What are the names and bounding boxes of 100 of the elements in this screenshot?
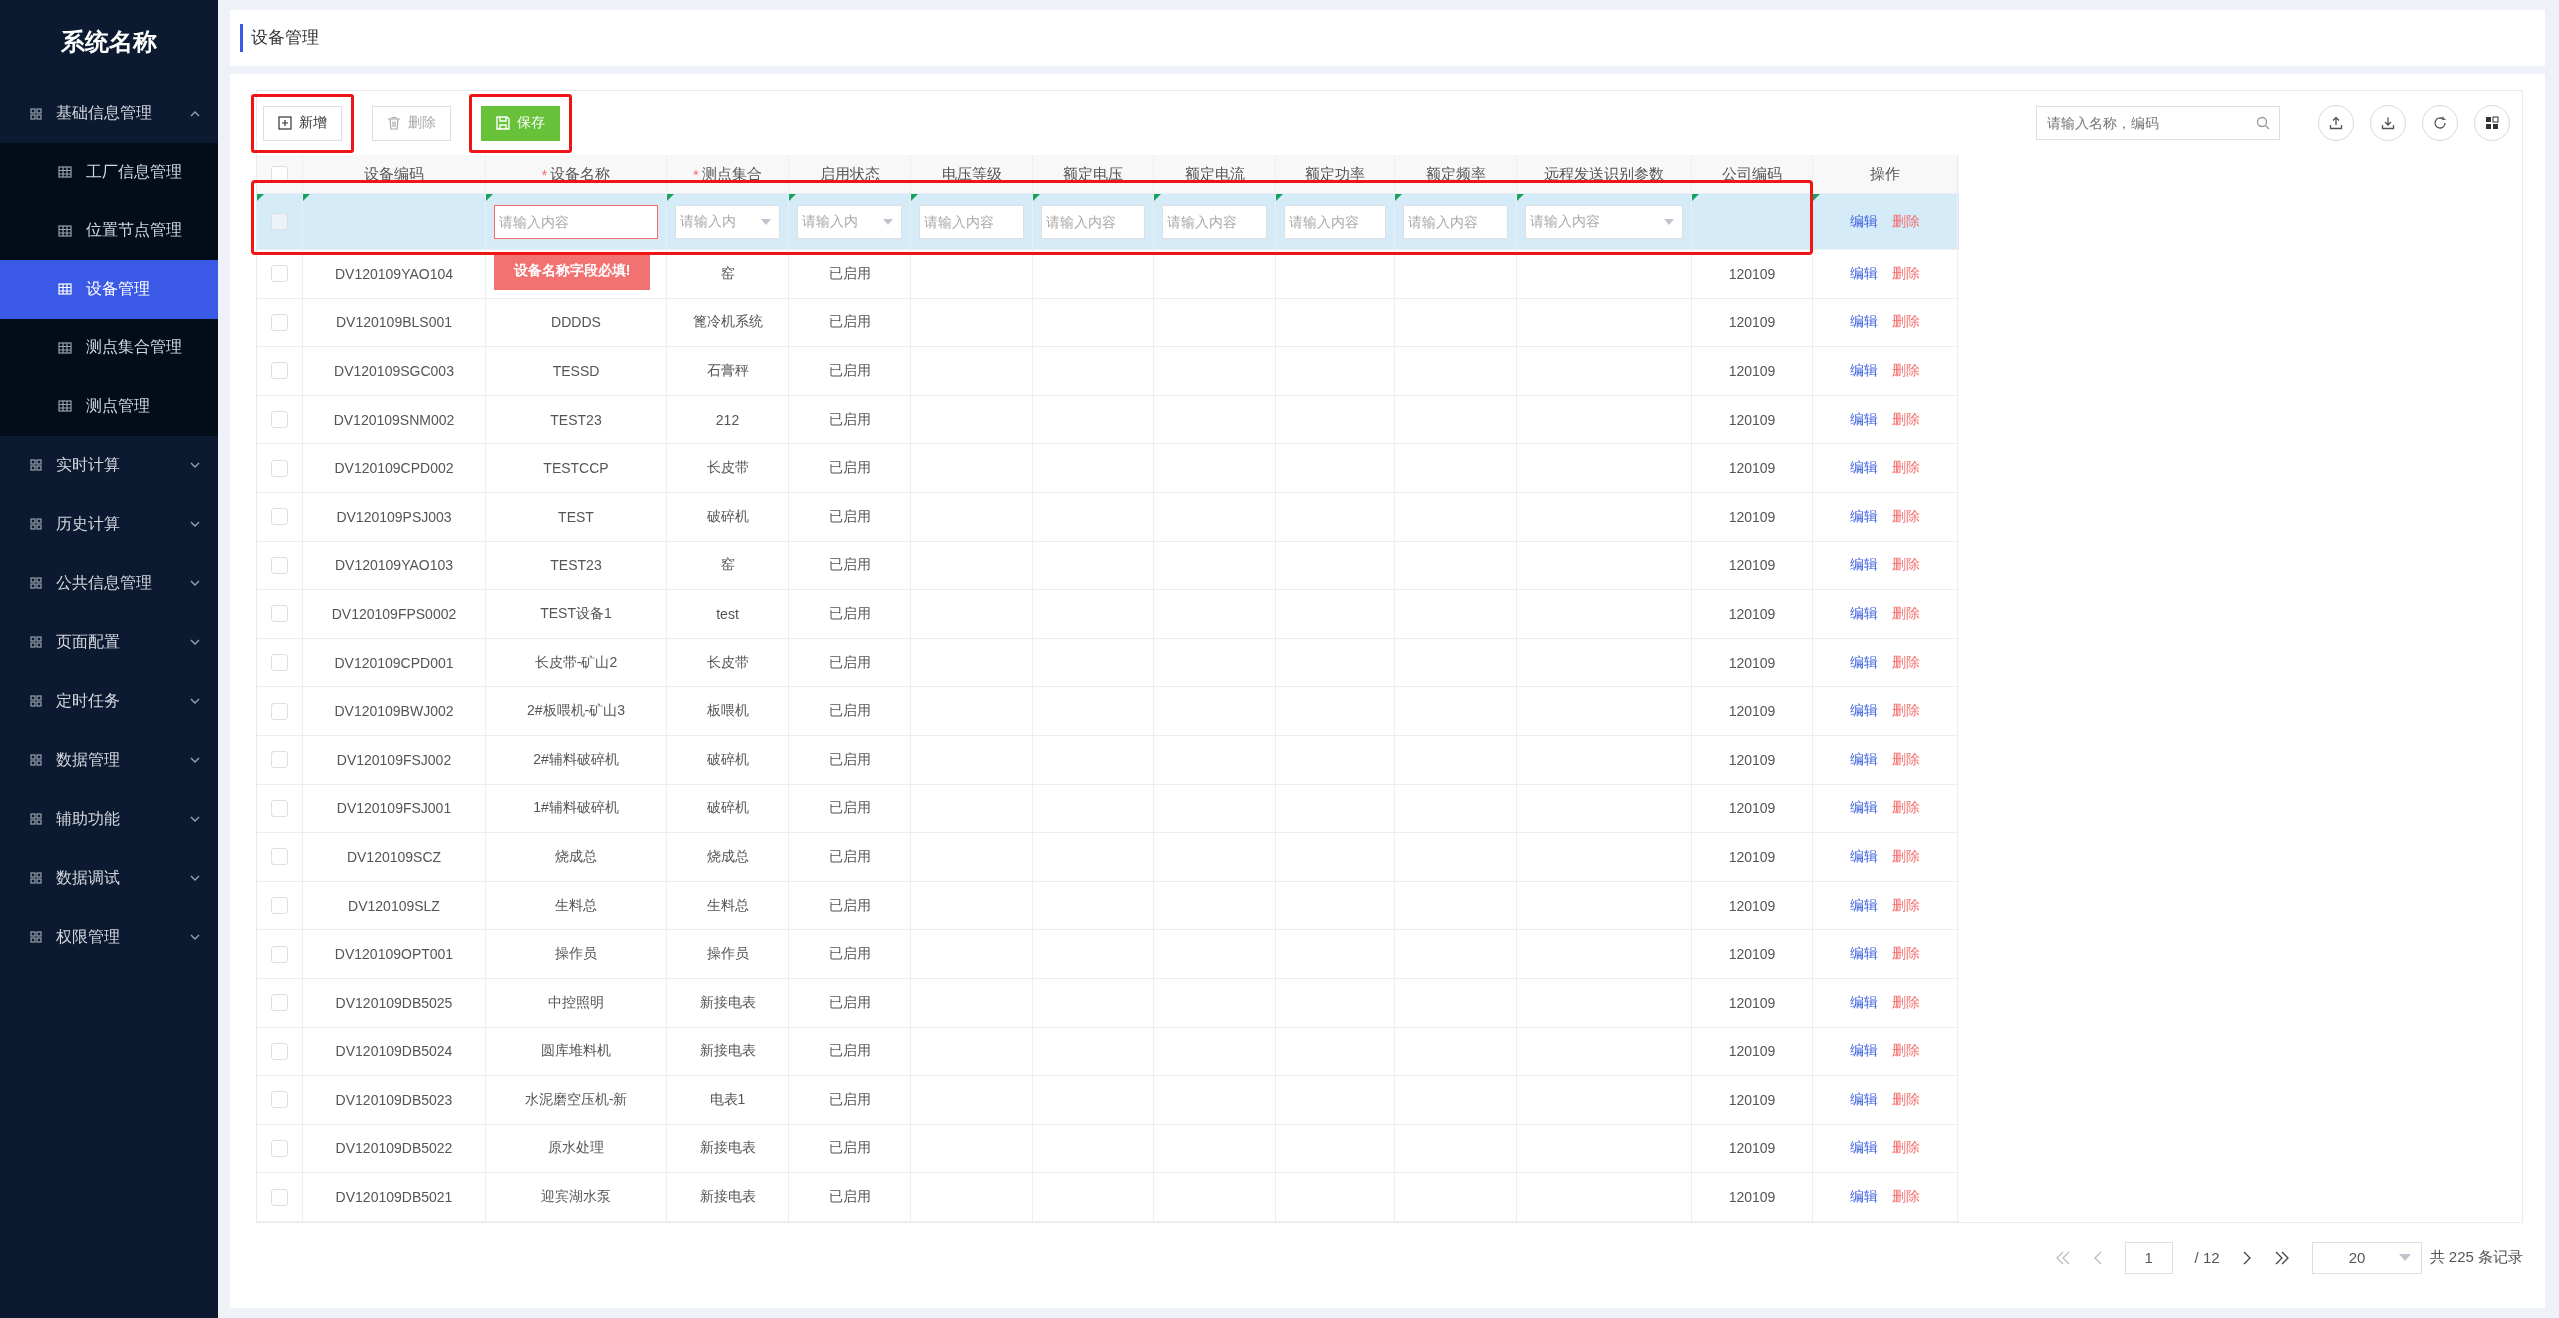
submenu-item[interactable]: 位置节点管理 — [0, 201, 218, 260]
page-input[interactable]: 1 — [2124, 1241, 2173, 1274]
next-page-icon[interactable] — [2241, 1250, 2252, 1265]
checkbox[interactable] — [271, 313, 288, 331]
checkbox[interactable] — [271, 751, 288, 769]
delete-link[interactable]: 删除 — [1892, 1042, 1920, 1061]
edit-link[interactable]: 编辑 — [1850, 604, 1878, 623]
checkbox[interactable] — [271, 945, 288, 963]
checkbox[interactable] — [271, 1091, 288, 1109]
delete-link[interactable]: 删除 — [1892, 993, 1920, 1012]
upload-button[interactable] — [2318, 105, 2354, 141]
checkbox[interactable] — [271, 1042, 288, 1060]
delete-link[interactable]: 删除 — [1892, 799, 1920, 818]
edit-link[interactable]: 编辑 — [1850, 993, 1878, 1012]
plus-icon — [278, 116, 292, 130]
table-icon — [58, 166, 72, 179]
menu-item[interactable]: 定时任务 — [0, 671, 218, 731]
delete-link[interactable]: 删除 — [1892, 1139, 1920, 1158]
delete-link[interactable]: 删除 — [1892, 1188, 1920, 1207]
table-cell: 已启用 — [789, 687, 911, 735]
checkbox[interactable] — [271, 1140, 288, 1157]
text-input[interactable]: 请输入内容 — [494, 204, 658, 239]
delete-link[interactable]: 删除 — [1892, 1090, 1920, 1109]
edit-link[interactable]: 编辑 — [1850, 750, 1878, 769]
table-cell: 212 — [667, 395, 789, 444]
edit-link[interactable]: 编辑 — [1850, 1042, 1878, 1061]
grid-button[interactable] — [2474, 105, 2510, 141]
delete-link[interactable]: 删除 — [1892, 264, 1920, 283]
delete-link[interactable]: 删除 — [1892, 459, 1920, 478]
grid-icon — [30, 636, 42, 648]
delete-link[interactable]: 删除 — [1892, 362, 1920, 380]
edit-link[interactable]: 编辑 — [1850, 264, 1878, 283]
menu-item[interactable]: 页面配置 — [0, 612, 218, 672]
grid-icon — [30, 813, 42, 825]
delete-link[interactable]: 删除 — [1892, 507, 1920, 526]
submenu-item[interactable]: 测点集合管理 — [0, 318, 218, 377]
edit-link[interactable]: 编辑 — [1850, 1090, 1878, 1109]
delete-link[interactable]: 删除 — [1892, 556, 1920, 575]
refresh-button[interactable] — [2422, 105, 2458, 141]
edit-link[interactable]: 编辑 — [1850, 212, 1878, 231]
edit-link[interactable]: 编辑 — [1850, 847, 1878, 866]
download-button[interactable] — [2370, 105, 2406, 141]
checkbox[interactable] — [271, 702, 288, 720]
delete-link[interactable]: 删除 — [1892, 410, 1920, 429]
edit-link[interactable]: 编辑 — [1850, 896, 1878, 915]
checkbox[interactable] — [271, 213, 288, 230]
edit-link[interactable]: 编辑 — [1850, 410, 1878, 429]
edit-link[interactable]: 编辑 — [1850, 459, 1878, 478]
page-size-select[interactable]: 20 — [2311, 1241, 2422, 1274]
edit-link[interactable]: 编辑 — [1850, 362, 1878, 380]
checkbox[interactable] — [271, 799, 288, 817]
edit-link[interactable]: 编辑 — [1850, 799, 1878, 818]
edit-link[interactable]: 编辑 — [1850, 945, 1878, 964]
table-cell: 已启用 — [789, 978, 911, 1027]
delete-link[interactable]: 删除 — [1892, 896, 1920, 915]
table-cell: 120109 — [1692, 1076, 1813, 1124]
delete-link[interactable]: 删除 — [1892, 702, 1920, 721]
delete-link[interactable]: 删除 — [1892, 313, 1920, 332]
search-field[interactable]: 请输入名称，编码 — [2036, 106, 2280, 140]
delete-link[interactable]: 删除 — [1892, 653, 1920, 672]
delete-link[interactable]: 删除 — [1892, 604, 1920, 623]
edit-link[interactable]: 编辑 — [1850, 653, 1878, 672]
edit-link[interactable]: 编辑 — [1850, 1139, 1878, 1158]
chevron-down-icon — [190, 757, 200, 763]
checkbox[interactable] — [271, 654, 288, 672]
checkbox[interactable] — [271, 1188, 288, 1206]
menu-item[interactable]: 基础信息管理 — [0, 84, 218, 143]
submenu-item[interactable]: 测点管理 — [0, 377, 218, 436]
table-cell: 已启用 — [789, 735, 911, 784]
submenu-item[interactable]: 工厂信息管理 — [0, 143, 218, 202]
checkbox[interactable] — [271, 508, 288, 526]
checkbox[interactable] — [271, 556, 288, 574]
checkbox[interactable] — [271, 362, 288, 380]
checkbox[interactable] — [271, 994, 288, 1012]
menu-item[interactable]: 数据调试 — [0, 848, 218, 908]
checkbox[interactable] — [271, 459, 288, 477]
menu-item[interactable]: 辅助功能 — [0, 789, 218, 849]
menu-item[interactable]: 实时计算 — [0, 435, 218, 495]
checkbox[interactable] — [271, 411, 288, 429]
add-button[interactable]: 新增 — [263, 105, 342, 141]
edit-link[interactable]: 编辑 — [1850, 1188, 1878, 1207]
menu-item[interactable]: 公共信息管理 — [0, 553, 218, 613]
last-page-icon[interactable] — [2273, 1250, 2290, 1265]
checkbox[interactable] — [271, 897, 288, 914]
delete-link[interactable]: 删除 — [1892, 945, 1920, 964]
delete-link[interactable]: 删除 — [1892, 750, 1920, 769]
menu-item[interactable]: 权限管理 — [0, 907, 218, 967]
chevron-down-icon — [190, 639, 200, 645]
menu-item[interactable]: 历史计算 — [0, 494, 218, 554]
edit-link[interactable]: 编辑 — [1850, 313, 1878, 332]
menu-item[interactable]: 数据管理 — [0, 730, 218, 790]
delete-link[interactable]: 删除 — [1892, 847, 1920, 866]
checkbox[interactable] — [271, 848, 288, 866]
checkbox[interactable] — [271, 605, 288, 623]
submenu-item[interactable]: 设备管理 — [0, 260, 218, 319]
edit-link[interactable]: 编辑 — [1850, 556, 1878, 575]
table-cell: DV120109CPD001 — [303, 638, 486, 687]
edit-link[interactable]: 编辑 — [1850, 702, 1878, 721]
edit-link[interactable]: 编辑 — [1850, 507, 1878, 526]
checkbox[interactable] — [271, 265, 288, 283]
